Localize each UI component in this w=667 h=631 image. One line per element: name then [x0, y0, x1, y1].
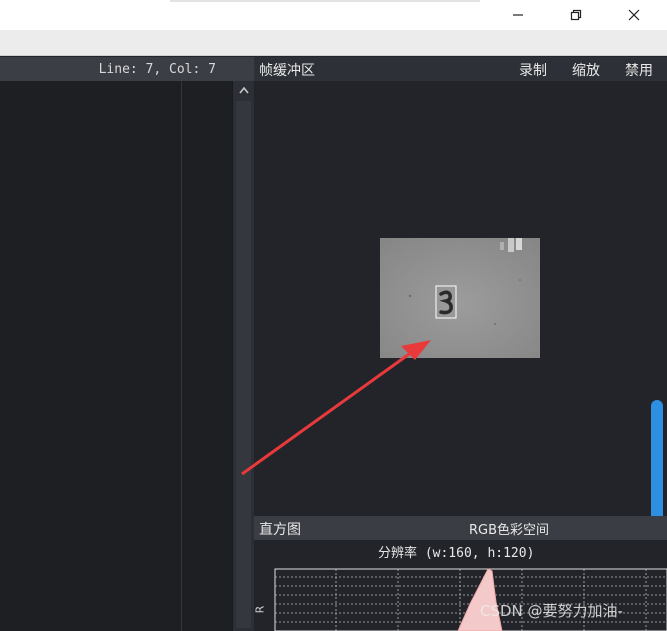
close-icon: [628, 9, 640, 21]
titlebar-shadow: [170, 0, 480, 2]
close-button[interactable]: [605, 0, 663, 30]
camera-frame-picture: [380, 238, 540, 358]
scroll-up-button[interactable]: [233, 81, 255, 99]
histogram-header: 直方图 RGB色彩空间: [254, 516, 667, 540]
color-space-label[interactable]: RGB色彩空间: [469, 519, 549, 538]
restore-button[interactable]: [547, 0, 605, 30]
code-editor[interactable]: [0, 81, 232, 631]
zoom-button[interactable]: 缩放: [572, 60, 600, 80]
histogram-title: 直方图: [259, 522, 301, 538]
resolution-label: 分辨率 (w:160, h:120): [378, 546, 535, 561]
scrollbar-track[interactable]: [236, 101, 251, 628]
chevron-up-icon: [239, 86, 249, 94]
record-button[interactable]: 录制: [519, 60, 547, 80]
minimize-button[interactable]: [489, 0, 547, 30]
restore-icon: [570, 9, 582, 21]
toolbar-strip: [0, 30, 667, 56]
channel-r-label: R: [253, 605, 267, 614]
editor-status-bar: Line: 7, Col: 7: [0, 57, 254, 81]
camera-frame-image: [380, 238, 540, 358]
minimize-icon: [513, 14, 523, 16]
disable-button[interactable]: 禁用: [625, 60, 653, 80]
frame-buffer-title: 帧缓冲区: [259, 63, 315, 79]
cursor-position: Line: 7, Col: 7: [98, 61, 216, 77]
watermark: CSDN @要努力加油-: [480, 602, 623, 620]
editor-vertical-scrollbar[interactable]: [232, 81, 254, 631]
window-titlebar: [0, 0, 667, 30]
frame-buffer-header: 帧缓冲区 录制 缩放 禁用: [254, 57, 667, 81]
editor-gutter-divider: [181, 81, 182, 631]
